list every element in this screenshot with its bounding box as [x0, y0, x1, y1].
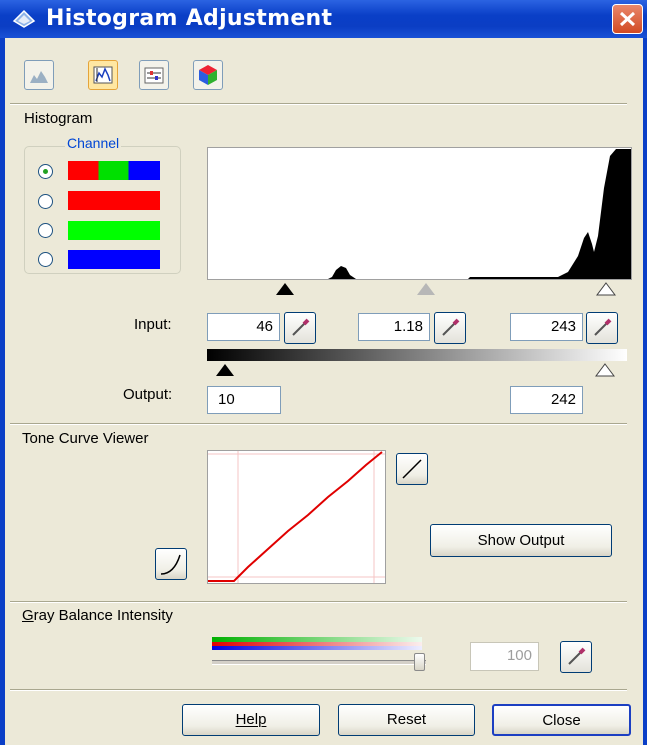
gray-balance-blue-strip: [212, 646, 422, 650]
input-black-point-slider[interactable]: [275, 282, 295, 296]
channel-radio-green[interactable]: [38, 223, 53, 238]
histogram-view-button[interactable]: [24, 60, 54, 90]
histogram-plot: [208, 149, 631, 279]
input-high-field[interactable]: 243: [510, 313, 583, 341]
channel-swatch-green: [68, 221, 160, 240]
reset-button-label: Reset: [386, 711, 427, 728]
eyedropper-icon: [292, 318, 310, 336]
divider: [10, 103, 627, 105]
gray-balance-value-field[interactable]: 100: [470, 642, 539, 671]
eyedropper-icon: [442, 318, 460, 336]
linear-curve-icon: [402, 459, 422, 479]
output-black-slider[interactable]: [215, 363, 235, 377]
histogram-graph: [207, 147, 632, 280]
gray-balance-label-rest: ray Balance Intensity: [33, 607, 173, 624]
gray-balance-section-label: Gray Balance Intensity: [22, 607, 173, 624]
window-title: Histogram Adjustment: [46, 6, 333, 31]
help-button[interactable]: Help: [182, 704, 320, 736]
channel-swatch-blue: [68, 250, 160, 269]
input-label: Input:: [134, 316, 172, 333]
curve-icon: [160, 554, 181, 575]
output-gradient-bar: [207, 349, 627, 361]
channel-radio-blue[interactable]: [38, 252, 53, 267]
histogram-section-label: Histogram: [24, 110, 93, 127]
tone-curve-section-label: Tone Curve Viewer: [22, 430, 149, 447]
close-button-label: Close: [542, 712, 581, 729]
input-gamma-field[interactable]: 1.18: [358, 313, 430, 341]
channel-swatch-red: [68, 191, 160, 210]
channel-radio-red[interactable]: [38, 194, 53, 209]
help-button-label: Help: [235, 711, 267, 728]
levels-icon: [93, 66, 113, 84]
tone-curve-plot: [208, 451, 385, 583]
input-gamma-slider[interactable]: [416, 282, 436, 296]
close-icon: [619, 11, 636, 27]
tone-curve-graph: [207, 450, 386, 584]
histogram-icon: [30, 71, 48, 83]
eyedropper-icon: [568, 647, 586, 665]
gray-point-picker-button[interactable]: [434, 312, 466, 344]
close-button[interactable]: Close: [492, 704, 631, 736]
show-output-button[interactable]: Show Output: [430, 524, 612, 557]
gray-balance-picker-button[interactable]: [560, 641, 592, 673]
eyedropper-icon: [594, 318, 612, 336]
divider: [10, 689, 627, 691]
color-palette-button[interactable]: [193, 60, 223, 90]
white-point-picker-button[interactable]: [586, 312, 618, 344]
color-cube-icon: [199, 65, 217, 85]
channel-swatch-rgb: [68, 161, 160, 180]
app-icon: [12, 9, 36, 29]
histogram-adjust-button[interactable]: [88, 60, 118, 90]
input-low-field[interactable]: 46: [207, 313, 280, 341]
gray-balance-slider-thumb[interactable]: [414, 653, 425, 671]
sliders-icon: [144, 67, 164, 84]
custom-curve-button[interactable]: [155, 548, 187, 580]
divider: [10, 601, 627, 603]
channel-radio-rgb[interactable]: [38, 164, 53, 179]
linear-curve-button[interactable]: [396, 453, 428, 485]
channel-group-label: Channel: [65, 135, 122, 151]
black-point-picker-button[interactable]: [284, 312, 316, 344]
output-white-slider[interactable]: [595, 363, 615, 377]
input-white-point-slider[interactable]: [596, 282, 616, 296]
output-high-field[interactable]: 242: [510, 386, 583, 414]
reset-button[interactable]: Reset: [338, 704, 475, 736]
tone-correction-button[interactable]: [139, 60, 169, 90]
gray-balance-slider-track[interactable]: [212, 660, 426, 665]
output-label: Output:: [123, 386, 173, 403]
close-window-button[interactable]: [612, 4, 643, 34]
divider: [10, 423, 627, 425]
output-low-field[interactable]: 10: [207, 386, 281, 414]
